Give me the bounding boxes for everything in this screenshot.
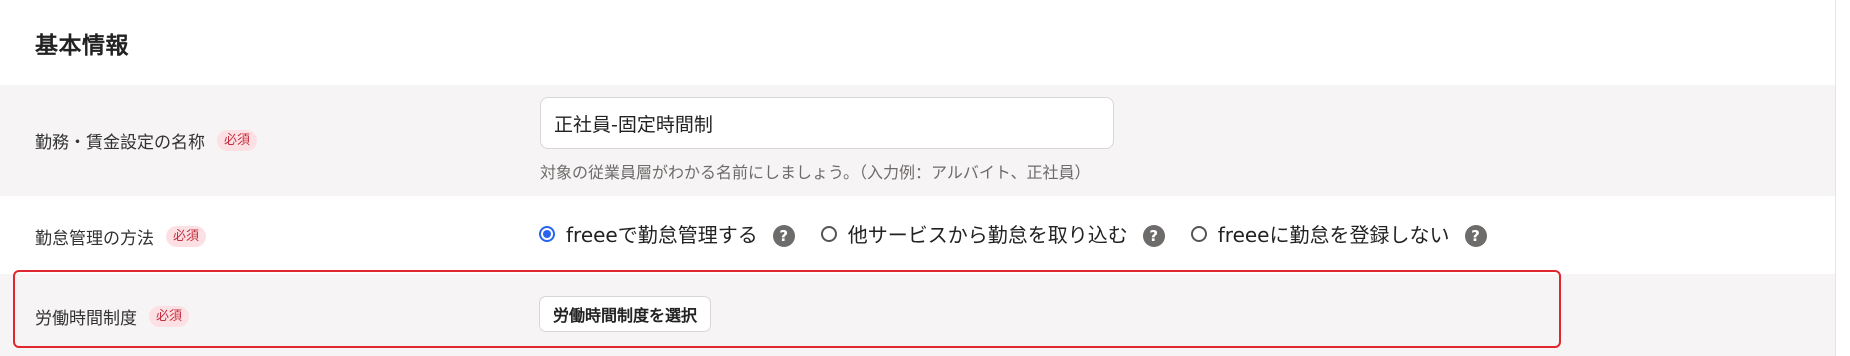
radio-label[interactable]: freeeに勤怠を登録しない	[1218, 219, 1450, 248]
setting-name-input[interactable]	[540, 97, 1114, 149]
labor-label: 労働時間制度	[35, 309, 137, 329]
scrollbar[interactable]	[1835, 0, 1850, 356]
name-label: 勤務・賃金設定の名称	[35, 133, 205, 153]
required-badge: 必須	[217, 130, 258, 151]
section-title: 基本情報	[35, 33, 129, 59]
name-setting-row: 勤務・賃金設定の名称 必須 対象の従業員層がわかる名前にしましょう。（入力例：ア…	[0, 85, 1836, 196]
attendance-method-row: 勤怠管理の方法 必須 freeeで勤怠管理する ? 他サービスから勤怠を取り込む…	[0, 196, 1836, 274]
labor-system-row: 労働時間制度 必須 労働時間制度を選択	[0, 274, 1836, 356]
question-icon[interactable]: ?	[772, 224, 795, 247]
radio-label[interactable]: freeeで勤怠管理する	[566, 219, 758, 248]
labor-label-group: 労働時間制度 必須	[35, 304, 190, 329]
attendance-label-group: 勤怠管理の方法 必須	[35, 224, 207, 249]
radio-option-no-register[interactable]: freeeに勤怠を登録しない ?	[1190, 219, 1487, 248]
radio-label[interactable]: 他サービスから勤怠を取り込む	[848, 219, 1128, 248]
name-hint-text: 対象の従業員層がわかる名前にしましょう。（入力例：アルバイト、正社員）	[540, 163, 1091, 182]
radio-button-selected[interactable]	[539, 225, 555, 242]
attendance-radio-group: freeeで勤怠管理する ? 他サービスから勤怠を取り込む ? freeeに勤怠…	[539, 219, 1513, 248]
question-icon[interactable]: ?	[1464, 224, 1487, 247]
required-badge: 必須	[166, 226, 207, 247]
name-label-group: 勤務・賃金設定の名称 必須	[35, 128, 258, 153]
question-icon[interactable]: ?	[1142, 224, 1165, 247]
required-badge: 必須	[149, 306, 190, 327]
select-labor-system-button[interactable]: 労働時間制度を選択	[539, 296, 712, 332]
radio-button[interactable]	[1190, 225, 1207, 242]
radio-button[interactable]	[820, 225, 837, 242]
attendance-label: 勤怠管理の方法	[35, 229, 154, 249]
radio-option-freee-manage[interactable]: freeeで勤怠管理する ?	[539, 219, 795, 248]
radio-option-import-other[interactable]: 他サービスから勤怠を取り込む ?	[820, 219, 1165, 248]
page: 基本情報 勤務・賃金設定の名称 必須 対象の従業員層がわかる名前にしましょう。（…	[0, 0, 1850, 356]
